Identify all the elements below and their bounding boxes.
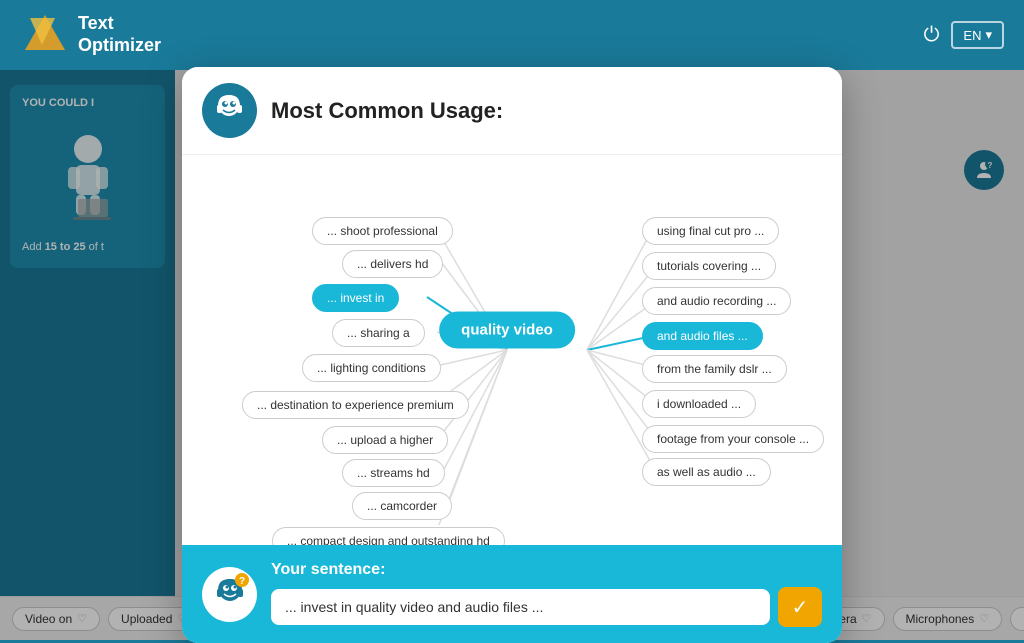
modal-title: Most Common Usage:	[271, 98, 503, 124]
branch-node-left-3[interactable]: ... sharing a	[332, 319, 425, 347]
branch-node-right-0[interactable]: using final cut pro ...	[642, 217, 779, 245]
branch-node-left-2[interactable]: ... invest in	[312, 284, 399, 312]
branch-node-right-1[interactable]: tutorials covering ...	[642, 252, 776, 280]
logo-icon	[20, 10, 70, 60]
branch-node-left-6[interactable]: ... upload a higher	[322, 426, 448, 454]
footer-input-row: ✓	[271, 587, 822, 627]
footer-content: Your sentence: ✓	[271, 561, 822, 627]
logo: Text Optimizer	[20, 10, 161, 60]
modal: Most Common Usage:	[182, 67, 842, 643]
sentence-input[interactable]	[271, 589, 770, 625]
modal-header: Most Common Usage:	[182, 67, 842, 155]
branch-node-left-9[interactable]: ... compact design and outstanding hd	[272, 527, 505, 545]
modal-body: quality video ... shoot professional ...…	[182, 155, 842, 545]
modal-avatar	[202, 83, 257, 138]
footer-label: Your sentence:	[271, 561, 822, 579]
center-node[interactable]: quality video	[439, 312, 575, 349]
topbar: Text Optimizer ⏻ EN ▾	[0, 0, 1024, 70]
confirm-button[interactable]: ✓	[778, 587, 822, 627]
logo-text: Text Optimizer	[78, 13, 161, 56]
footer-avatar: ?	[202, 567, 257, 622]
branch-node-left-1[interactable]: ... delivers hd	[342, 250, 443, 278]
branch-node-right-6[interactable]: footage from your console ...	[642, 425, 824, 453]
branch-node-left-4[interactable]: ... lighting conditions	[302, 354, 441, 382]
power-button[interactable]: ⏻	[924, 24, 940, 47]
footer-robot-icon: ?	[206, 570, 254, 618]
branch-node-left-5[interactable]: ... destination to experience premium	[242, 391, 469, 419]
branch-node-right-5[interactable]: i downloaded ...	[642, 390, 756, 418]
topbar-right: ⏻ EN ▾	[924, 21, 1004, 49]
modal-overlay: Most Common Usage:	[0, 70, 1024, 640]
branch-node-right-7[interactable]: as well as audio ...	[642, 458, 771, 486]
modal-footer: ? Your sentence: ✓	[182, 545, 842, 643]
main-content: YOU COULD I Add 15 to 25 of t	[0, 70, 1024, 640]
svg-text:?: ?	[238, 576, 244, 587]
branch-node-left-0[interactable]: ... shoot professional	[312, 217, 453, 245]
language-selector[interactable]: EN ▾	[951, 21, 1004, 49]
branch-node-left-7[interactable]: ... streams hd	[342, 459, 445, 487]
branch-node-right-3[interactable]: and audio files ...	[642, 322, 763, 350]
robot-avatar-icon	[207, 88, 252, 133]
branch-node-right-2[interactable]: and audio recording ...	[642, 287, 791, 315]
mind-map: quality video ... shoot professional ...…	[212, 175, 812, 525]
branch-node-left-8[interactable]: ... camcorder	[352, 492, 452, 520]
branch-node-right-4[interactable]: from the family dslr ...	[642, 355, 787, 383]
